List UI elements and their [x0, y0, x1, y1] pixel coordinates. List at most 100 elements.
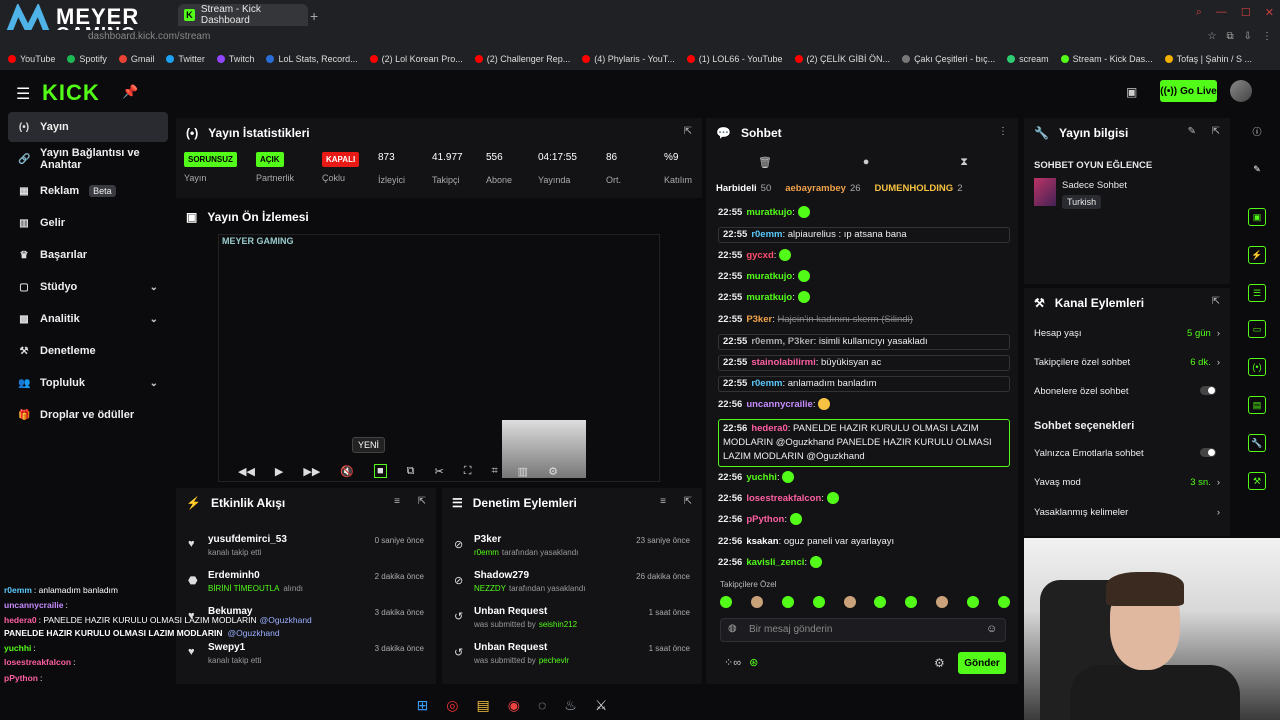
chat-username[interactable]: kavisli_zenci: [746, 557, 804, 568]
sidebar-item-denetleme[interactable]: ⚒ Denetleme: [8, 336, 168, 366]
maximize-icon[interactable]: ☐: [1241, 6, 1251, 19]
sidebar-item-gelir[interactable]: ▥ Gelir: [8, 208, 168, 238]
stream-preview-video[interactable]: [218, 234, 660, 482]
chat-message[interactable]: 22:55 muratkujo:: [718, 291, 1010, 305]
chat-message[interactable]: 22:55 muratkujo:: [718, 270, 1010, 284]
bookmark-item[interactable]: Stream - Kick Das...: [1060, 54, 1153, 64]
chat-input[interactable]: Bir mesaj gönderin: [720, 618, 1006, 642]
more-options-icon[interactable]: ⋮: [998, 126, 1008, 137]
chat-username[interactable]: P3ker: [746, 314, 772, 325]
activity-row[interactable]: ♥ yusufdemirci_53 kanalı takip etti 0 saniy…: [176, 532, 436, 568]
chat-settings-icon[interactable]: ⚙: [934, 656, 945, 670]
bookmark-item[interactable]: (2) ÇELİK GİBİ ÖN...: [794, 54, 890, 64]
bookmark-item[interactable]: (2) Challenger Rep...: [474, 54, 570, 64]
url-text[interactable]: dashboard.kick.com/stream: [88, 31, 210, 42]
clip-icon[interactable]: ✂: [435, 465, 444, 478]
emote-icon[interactable]: [997, 596, 1010, 608]
chat-icon[interactable]: ●: [863, 156, 870, 169]
user-avatar[interactable]: [1230, 80, 1252, 102]
toggle-switch[interactable]: [1200, 386, 1216, 395]
chat-message[interactable]: 22:56 losestreakfalcon:: [718, 492, 1010, 506]
hammer-icon[interactable]: ⚒: [1248, 472, 1266, 490]
moderation-row[interactable]: ⊘ Shadow279 NEZZDY tarafından yasaklandı 26 …: [442, 568, 702, 604]
bookmark-item[interactable]: Twitch: [216, 54, 254, 64]
chat-message[interactable]: 22:55 stainolabilirmi: büyükisyan ac: [718, 355, 1010, 371]
emote-icon[interactable]: [843, 596, 856, 608]
stats-overlay-icon[interactable]: ▥: [518, 465, 528, 478]
sidebar-item-yay-n[interactable]: (•) Yayın: [8, 112, 168, 142]
toggle-switch[interactable]: [1200, 448, 1216, 457]
fullscreen-icon[interactable]: ⛶: [464, 465, 472, 478]
chevron-down-icon[interactable]: ⌄: [150, 378, 158, 389]
popout-icon[interactable]: ⇱: [684, 126, 692, 137]
popout-icon[interactable]: ⇱: [1212, 126, 1220, 137]
bookmark-item[interactable]: Çakı Çeşitleri - bıç...: [902, 54, 995, 64]
go-live-button[interactable]: ((•)) Go Live: [1160, 80, 1217, 102]
chat-username[interactable]: uncannycrailie: [746, 399, 813, 410]
bookmark-item[interactable]: scream: [1007, 54, 1049, 64]
popout-icon[interactable]: ⇱: [418, 496, 426, 507]
chat-username[interactable]: r0emm: [751, 378, 782, 389]
close-icon[interactable]: ✕: [1265, 6, 1274, 19]
pip-icon[interactable]: ⧉: [407, 465, 415, 478]
preview-icon[interactable]: ▣: [1248, 208, 1266, 226]
channel-action-row[interactable]: Abonelere özel sohbet: [1034, 386, 1220, 397]
broadcast-icon[interactable]: (•): [1248, 358, 1266, 376]
bookmark-item[interactable]: Gmail: [118, 54, 154, 64]
sidebar-item-topluluk[interactable]: 👥 Topluluk ⌄: [8, 368, 168, 398]
chat-username[interactable]: losestreakfalcon: [746, 493, 821, 504]
chat-username[interactable]: yuchhi: [746, 472, 777, 483]
hamburger-menu-icon[interactable]: ☰: [16, 84, 30, 104]
chat-username[interactable]: r0emm: [751, 229, 782, 240]
emote-icon[interactable]: [967, 596, 979, 608]
steam-icon[interactable]: ♨: [564, 697, 577, 714]
file-explorer-icon[interactable]: ▤: [477, 697, 490, 714]
rewind-icon[interactable]: ◀◀: [238, 465, 255, 478]
sidebar-item-droplar-ve-d-ller[interactable]: 🎁 Droplar ve ödüller: [8, 400, 168, 430]
pinned-user[interactable]: aebayrambey 26: [785, 183, 860, 197]
hourglass-icon[interactable]: ⧗: [960, 156, 968, 169]
chat-message[interactable]: 22:55 r0emm, P3ker: isimli kullanıcıyı ya…: [718, 334, 1010, 350]
info-icon[interactable]: ⓘ: [1248, 122, 1266, 140]
sidebar-item-ba-ar-lar[interactable]: ♛ Başarılar: [8, 240, 168, 270]
chat-message[interactable]: 22:56 yuchhi:: [718, 471, 1010, 485]
emote-icon[interactable]: [936, 596, 949, 608]
search-icon[interactable]: ⌕: [1196, 6, 1202, 19]
camera-icon[interactable]: ■: [374, 464, 387, 478]
bookmark-item[interactable]: Twitter: [166, 54, 205, 64]
chrome-icon[interactable]: ◉: [508, 697, 520, 714]
chat-username[interactable]: r0emm, P3ker: [751, 336, 813, 347]
pinned-user[interactable]: Harbideli 50: [716, 183, 771, 197]
sidebar-item-reklam[interactable]: ▦ Reklam Beta: [8, 176, 168, 206]
chat-username[interactable]: pPython: [746, 514, 784, 525]
popout-icon[interactable]: ⇱: [684, 496, 692, 507]
emoji-icon[interactable]: ☺: [986, 623, 997, 635]
settings-icon[interactable]: ⚙: [548, 465, 558, 478]
filter-icon[interactable]: ≡: [660, 496, 666, 507]
bookmark-item[interactable]: Spotify: [67, 54, 107, 64]
emote-icon[interactable]: [874, 596, 887, 608]
emote-icon[interactable]: [812, 596, 825, 608]
bookmark-item[interactable]: (4) Phylaris - YouT...: [582, 54, 675, 64]
chat-message[interactable]: 22:55 P3ker: Hajein'in kadınını skerm (Si…: [718, 313, 1010, 327]
send-button[interactable]: Gönder: [958, 652, 1006, 674]
forward-icon[interactable]: ▶▶: [303, 465, 320, 478]
moderation-row[interactable]: ↺ Unban Request was submitted by seishin212…: [442, 604, 702, 640]
chat-message[interactable]: 22:56 hedera0: PANELDE HAZIR KURULU OLMAS…: [718, 419, 1010, 467]
chat-username[interactable]: muratkujo: [746, 271, 792, 282]
bookmark-item[interactable]: (2) Lol Korean Pro...: [369, 54, 463, 64]
windows-start-icon[interactable]: ⊞: [417, 697, 429, 714]
channel-action-row[interactable]: Takipçilere özel sohbet 6 dk. ›: [1034, 357, 1220, 368]
chat-message[interactable]: 22:55 muratkujo:: [718, 206, 1010, 220]
bookmark-item[interactable]: (1) LOL66 - YouTube: [686, 54, 783, 64]
moderation-icon[interactable]: ▤: [1248, 396, 1266, 414]
mute-icon[interactable]: 🔇: [340, 465, 354, 478]
download-icon[interactable]: ⇩: [1244, 31, 1252, 42]
bookmark-item[interactable]: LoL Stats, Record...: [266, 54, 358, 64]
chat-message[interactable]: 22:56 pPython:: [718, 513, 1010, 527]
edit-icon[interactable]: ✎: [1188, 126, 1196, 137]
chat-icon[interactable]: ▭: [1248, 320, 1266, 338]
people-icon[interactable]: ⁘∞: [724, 656, 741, 669]
new-tab-button[interactable]: +: [310, 8, 318, 24]
chat-message[interactable]: 22:55 r0emm: alpiaurelius : ıp atsana ban…: [718, 227, 1010, 243]
